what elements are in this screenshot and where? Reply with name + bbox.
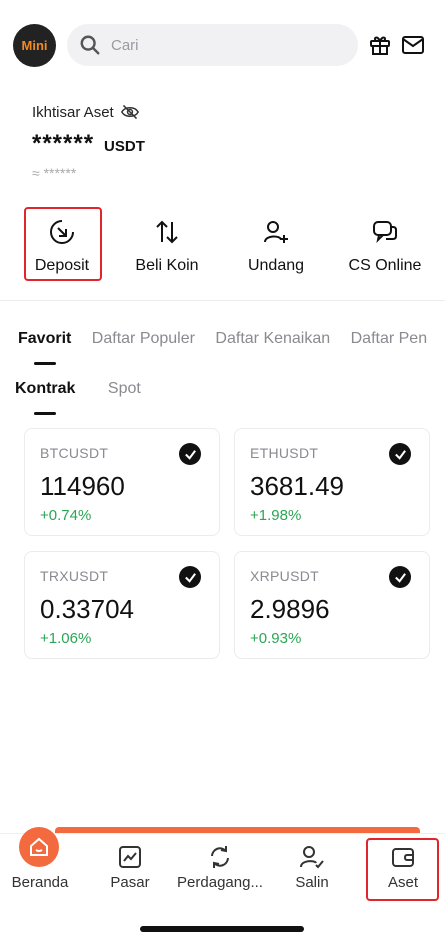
nav-perdagangan[interactable]: Perdagang... [172,834,268,891]
card-pair: XRPUSDT [250,568,319,584]
copy-user-icon [300,846,324,869]
buy-coin-button[interactable]: Beli Koin [122,205,212,281]
search-icon [80,35,100,55]
divider [0,300,445,301]
card-pair: BTCUSDT [40,445,109,461]
card-change: +1.06% [40,630,92,647]
card-pair: ETHUSDT [250,445,319,461]
card-price: 114960 [40,471,125,501]
tab-indicator [34,362,56,365]
card-price: 0.33704 [40,594,134,624]
search-input[interactable]: Cari [67,24,358,66]
nav-label: Pasar [110,874,150,891]
cs-online-label: CS Online [348,257,422,274]
card-change: +1.98% [250,507,302,524]
tab-indicator [34,412,56,415]
balance-unit: USDT [104,138,145,155]
balance: ****** USDT [32,130,145,158]
tab-daftar-populer[interactable]: Daftar Populer [92,330,195,347]
market-card-ethusdt[interactable]: ETHUSDT 3681.49 +1.98% [234,428,430,536]
chat-icon [373,221,397,244]
balance-approx: ≈ ****** [32,165,77,181]
gift-icon[interactable] [368,33,392,57]
nav-label: Perdagang... [177,874,263,891]
market-chart-icon [119,846,141,868]
asset-overview-label: Ikhtisar Aset [32,103,140,121]
market-card-xrpusdt[interactable]: XRPUSDT 2.9896 +0.93% [234,551,430,659]
invite-button[interactable]: Undang [231,205,321,281]
checkmark-icon[interactable] [389,566,411,588]
checkmark-icon[interactable] [389,443,411,465]
checkmark-icon[interactable] [179,443,201,465]
aset-highlight [366,838,439,901]
top-bar: Mini Cari [0,0,445,90]
buy-arrows-icon [156,220,178,244]
tab-favorit[interactable]: Favorit [18,330,71,347]
logo-text: Mini [21,38,48,53]
tab-kontrak[interactable]: Kontrak [15,380,75,397]
home-icon[interactable] [19,827,59,867]
invite-label: Undang [247,257,305,274]
checkmark-icon[interactable] [179,566,201,588]
tab-spot[interactable]: Spot [108,380,141,397]
market-card-btcusdt[interactable]: BTCUSDT 114960 +0.74% [24,428,220,536]
mail-icon[interactable] [401,34,425,56]
asset-overview-title: Ikhtisar Aset [32,103,114,121]
market-type-tabs: Kontrak Spot [15,380,169,398]
card-change: +0.74% [40,507,92,524]
card-price: 3681.49 [250,471,344,501]
invite-user-icon [264,221,288,243]
card-price: 2.9896 [250,594,330,624]
balance-masked: ****** [32,130,95,157]
deposit-highlight [24,207,102,281]
tab-daftar-kenaikan[interactable]: Daftar Kenaikan [215,330,330,347]
nav-label: Beranda [11,874,69,891]
nav-salin[interactable]: Salin [276,834,348,891]
search-placeholder: Cari [111,36,139,54]
nav-pasar[interactable]: Pasar [94,834,166,891]
eye-hidden-icon[interactable] [120,103,140,121]
cs-online-button[interactable]: CS Online [340,205,430,281]
app-logo[interactable]: Mini [13,24,56,67]
nav-label: Salin [295,874,329,891]
buy-coin-label: Beli Koin [135,257,199,274]
card-pair: TRXUSDT [40,568,109,584]
market-card-trxusdt[interactable]: TRXUSDT 0.33704 +1.06% [24,551,220,659]
market-list-tabs: Favorit Daftar Populer Daftar Kenaikan D… [18,330,443,348]
trade-swap-icon [211,846,229,868]
tab-daftar-pen[interactable]: Daftar Pen [351,330,427,347]
home-indicator [140,926,304,932]
card-change: +0.93% [250,630,302,647]
nav-beranda[interactable]: Beranda [4,874,76,891]
